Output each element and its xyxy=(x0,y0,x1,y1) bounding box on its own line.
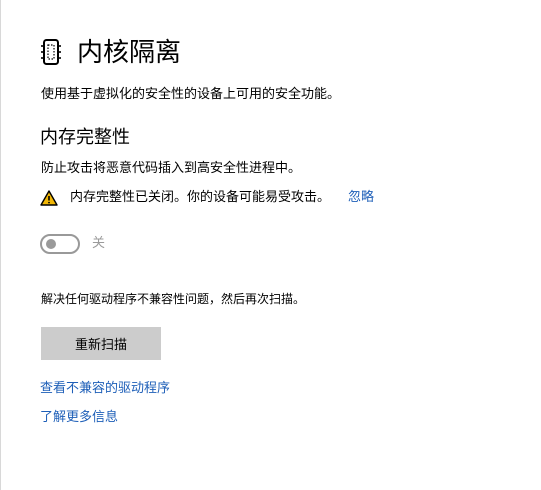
resolve-drivers-text: 解决任何驱动程序不兼容性问题，然后再次扫描。 xyxy=(41,292,306,306)
window-left-border xyxy=(0,0,1,490)
chip-icon xyxy=(40,38,62,66)
ignore-link[interactable]: 忽略 xyxy=(348,188,374,208)
warning-banner: 内存完整性已关闭。你的设备可能易受攻击。 忽略 xyxy=(40,188,374,208)
view-incompatible-drivers-link[interactable]: 查看不兼容的驱动程序 xyxy=(40,379,170,399)
learn-more-link[interactable]: 了解更多信息 xyxy=(40,408,118,428)
rescan-button[interactable]: 重新扫描 xyxy=(41,327,161,360)
warning-icon xyxy=(40,190,58,206)
memory-integrity-toggle-row: 关 xyxy=(40,234,105,254)
toggle-knob xyxy=(46,239,56,249)
page-description: 使用基于虚拟化的安全性的设备上可用的安全功能。 xyxy=(41,87,341,102)
warning-text: 内存完整性已关闭。你的设备可能易受攻击。 xyxy=(70,190,331,205)
memory-integrity-toggle[interactable] xyxy=(40,234,80,254)
section-description: 防止攻击将恶意代码插入到高安全性进程中。 xyxy=(41,161,302,176)
page-title: 内核隔离 xyxy=(77,38,182,68)
section-title-memory-integrity: 内存完整性 xyxy=(40,127,130,148)
toggle-state-label: 关 xyxy=(92,236,106,251)
